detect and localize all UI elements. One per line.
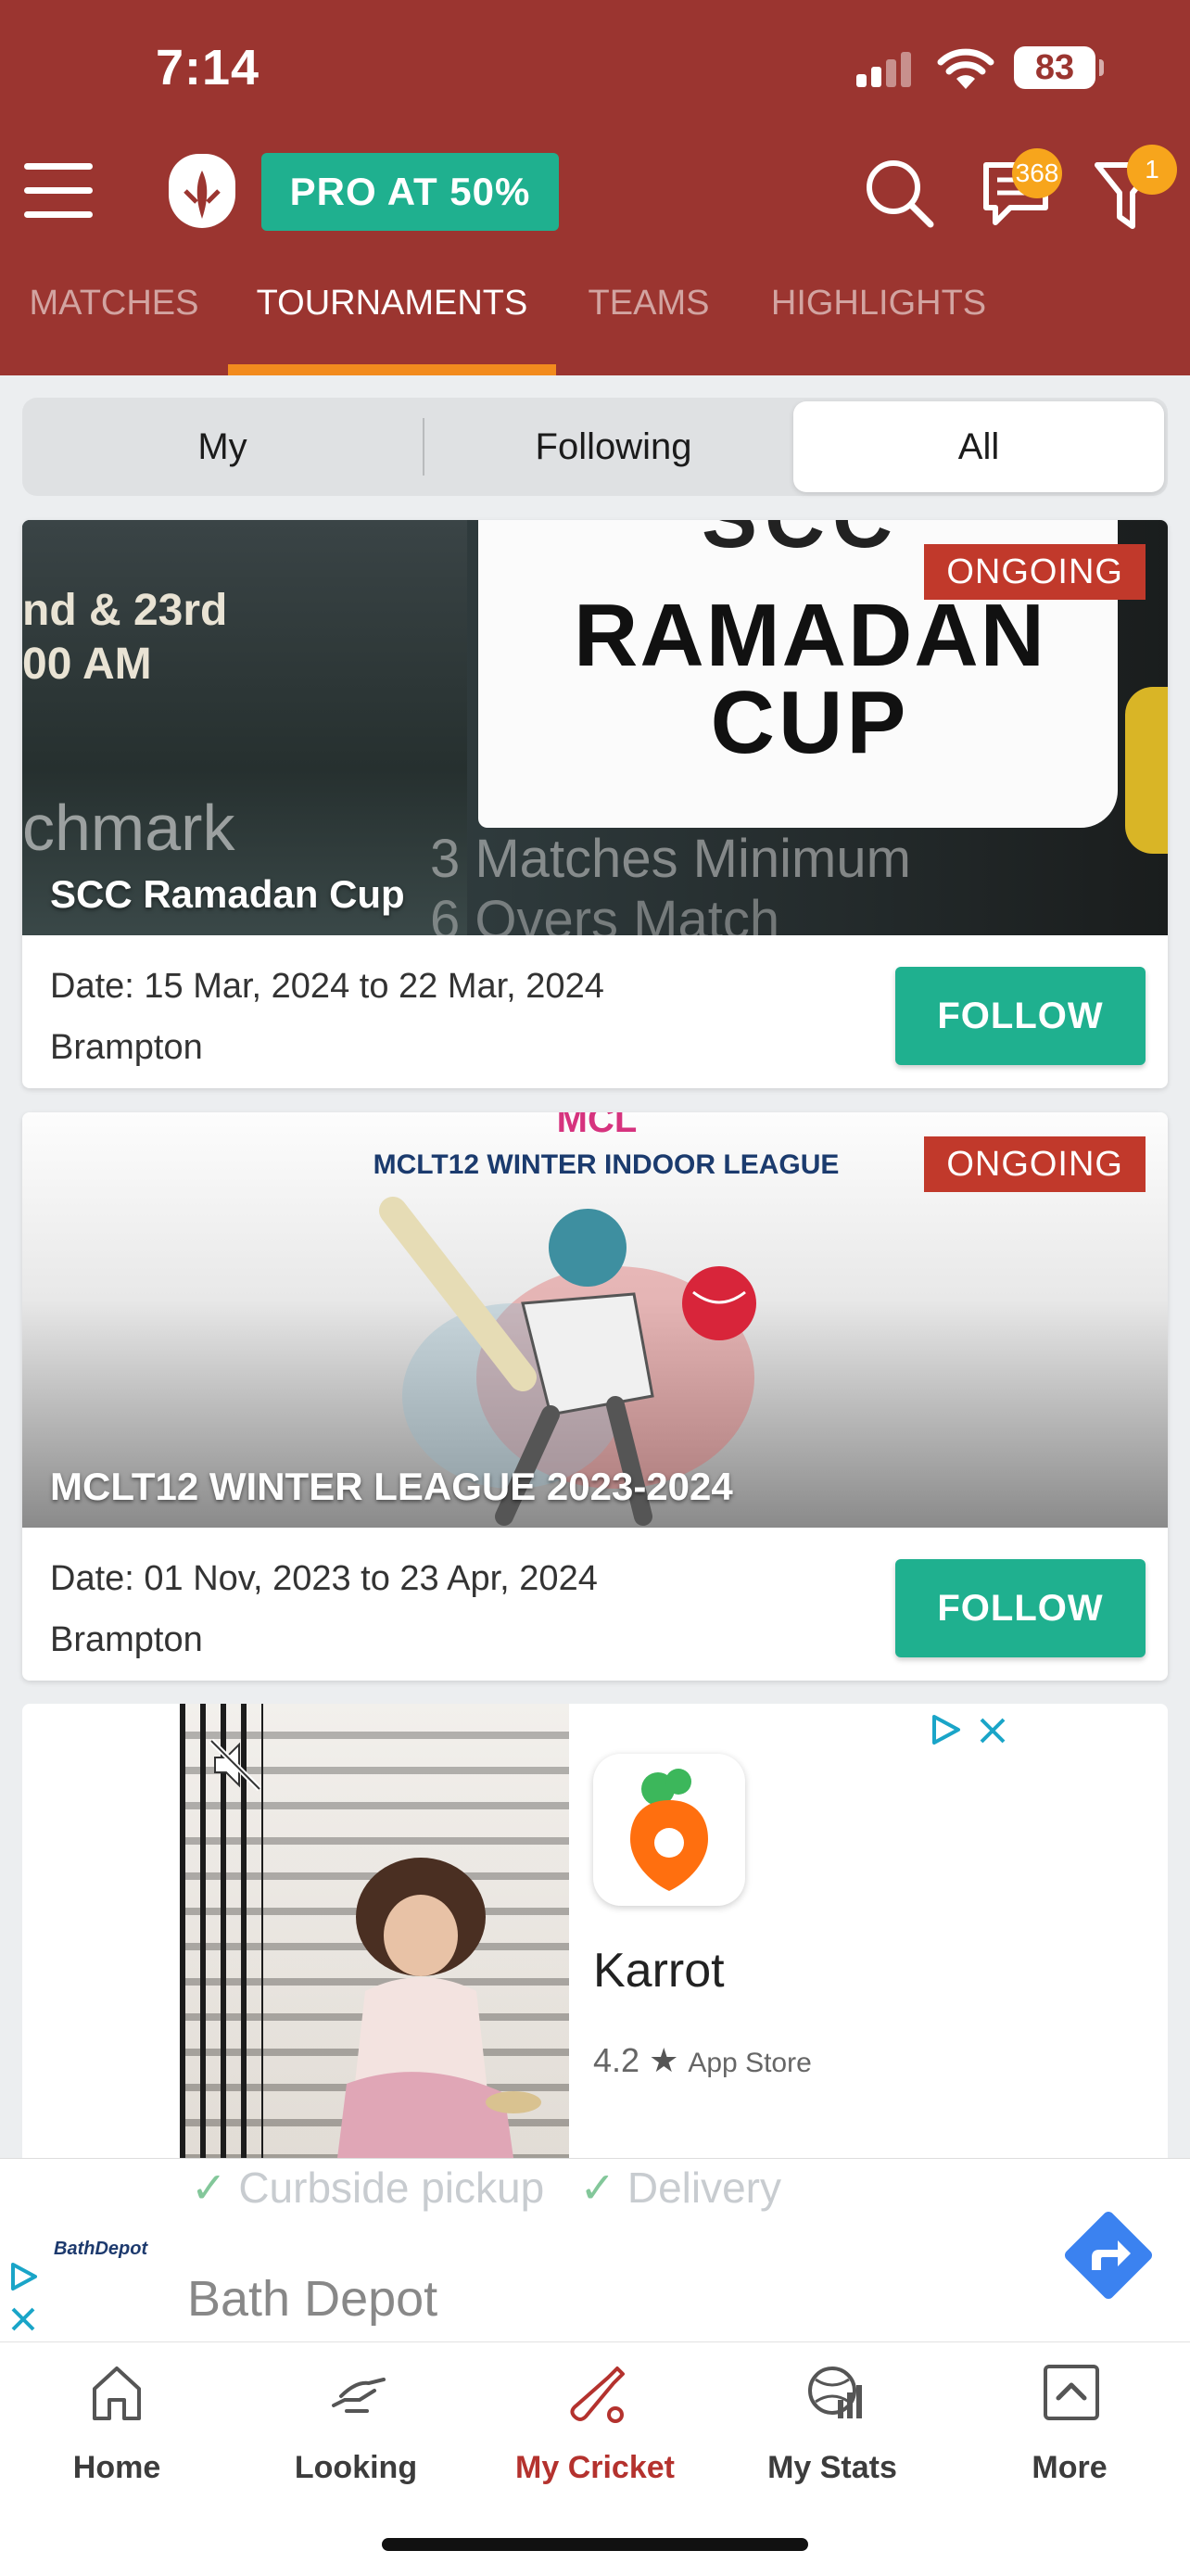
child-figure (337, 1858, 541, 2158)
close-icon[interactable] (9, 2305, 37, 2333)
store-name: App Store (688, 2048, 812, 2078)
nav-home[interactable]: Home (15, 2342, 219, 2491)
banner-features: ✓ Curbside pickup ✓ Delivery (191, 2163, 781, 2213)
tab-indicator (228, 364, 556, 375)
karrot-app-icon[interactable] (593, 1754, 745, 1906)
menu-button[interactable] (24, 163, 93, 219)
tournament-banner: MCL MCLT12 WINTER INDOOR LEAGUE MCLT12 W… (22, 1112, 1168, 1528)
stats-icon (808, 2367, 862, 2418)
messages-button[interactable]: 368 (979, 148, 1071, 232)
tab-teams[interactable]: TEAMS (556, 273, 741, 375)
banner-text: 3 Matches Minimum (430, 829, 911, 889)
nav-label: My Stats (767, 2450, 897, 2485)
home-icon (93, 2367, 141, 2420)
banner-text: 6 Overs Match (430, 890, 780, 935)
check-icon: ✓ (579, 2164, 616, 2212)
app-logo[interactable] (169, 154, 235, 228)
helmet-icon (184, 171, 221, 219)
nav-looking[interactable]: Looking (254, 2342, 458, 2491)
nav-label: Looking (294, 2450, 418, 2485)
wifi-icon (937, 48, 994, 89)
close-icon[interactable] (977, 1715, 1008, 1746)
banner-text: nd & 23rd (22, 586, 228, 635)
carrot-icon (630, 1769, 708, 1891)
tournament-location: Brampton (50, 1620, 203, 1659)
ad-video[interactable] (180, 1704, 569, 2158)
tab-bar: MATCHES TOURNAMENTS TEAMS HIGHLIGHTS (0, 273, 1190, 375)
search-icon (867, 160, 934, 228)
tournament-card[interactable]: nd & 23rd 00 AM chmark SCC RAMADAN CUP 3… (22, 520, 1168, 1088)
nav-my-stats[interactable]: My Stats (730, 2342, 934, 2491)
bathdepot-logo: BathDepot (54, 2239, 148, 2259)
app-header: 7:14 83 PRO AT 50% 368 1 MATCHES TOURNAM… (0, 0, 1190, 375)
segment-my[interactable]: My (22, 398, 423, 496)
banner-advertiser-name[interactable]: Bath Depot (187, 2270, 437, 2328)
ad-unit[interactable]: Karrot 4.2 ★ App Store (22, 1704, 1168, 2158)
filter-badge: 1 (1127, 145, 1177, 195)
banner-accent (1125, 687, 1168, 854)
nav-label: More (1032, 2450, 1108, 2485)
status-time: 7:14 (156, 40, 260, 95)
segment-all[interactable]: All (793, 401, 1164, 492)
banner-headline: MCLT12 WINTER INDOOR LEAGUE (373, 1149, 840, 1180)
tournament-location: Brampton (50, 1028, 203, 1067)
banner-ad[interactable]: ✓ Curbside pickup ✓ Delivery BathDepot B… (0, 2158, 1190, 2342)
feature-text: Delivery (627, 2164, 781, 2212)
nav-my-cricket[interactable]: My Cricket (493, 2342, 697, 2491)
follow-button[interactable]: FOLLOW (895, 967, 1146, 1065)
tournament-title: MCLT12 WINTER LEAGUE 2023-2024 (50, 1465, 733, 1508)
nav-label: Home (72, 2450, 161, 2485)
tournament-filter-segment: My Following All (22, 398, 1168, 496)
messages-badge: 368 (1012, 148, 1062, 198)
banner-headline: CUP (710, 673, 910, 772)
looking-icon (332, 2378, 386, 2413)
home-indicator[interactable] (382, 2538, 808, 2551)
tournament-title: SCC Ramadan Cup (50, 872, 405, 916)
ad-app-name[interactable]: Karrot (593, 1943, 725, 1999)
tournament-card[interactable]: MCL MCLT12 WINTER INDOOR LEAGUE MCLT12 W… (22, 1112, 1168, 1681)
tab-highlights[interactable]: HIGHLIGHTS (741, 273, 1016, 375)
banner-text: MCL (556, 1112, 638, 1140)
tab-matches[interactable]: MATCHES (0, 273, 228, 375)
star-icon: ★ (649, 2041, 679, 2079)
ad-rating: 4.2 ★ App Store (593, 2041, 812, 2080)
adchoices-icon[interactable] (929, 1713, 962, 1746)
pro-offer-button[interactable]: PRO AT 50% (261, 153, 559, 231)
check-icon: ✓ (191, 2164, 227, 2212)
cricket-bat-icon (570, 2367, 625, 2423)
nav-label: My Cricket (515, 2450, 675, 2485)
status-badge: ONGOING (924, 544, 1146, 600)
adchoices-icon[interactable] (7, 2261, 39, 2292)
tab-tournaments[interactable]: TOURNAMENTS (228, 273, 556, 375)
nav-more[interactable]: More (968, 2342, 1171, 2491)
mute-icon[interactable] (208, 1737, 263, 1793)
more-icon (1044, 2365, 1099, 2420)
directions-icon[interactable] (1062, 2209, 1155, 2302)
tournament-date: Date: 01 Nov, 2023 to 23 Apr, 2024 (50, 1559, 598, 1598)
segment-following[interactable]: Following (424, 398, 803, 496)
battery-icon: 83 (1014, 46, 1104, 89)
search-button[interactable] (862, 156, 936, 230)
filter-button[interactable]: 1 (1094, 145, 1186, 234)
banner-text: chmark (22, 792, 235, 864)
rating-value: 4.2 (593, 2041, 640, 2079)
feature-text: Curbside pickup (238, 2164, 545, 2212)
tournament-date: Date: 15 Mar, 2024 to 22 Mar, 2024 (50, 967, 604, 1006)
status-badge: ONGOING (924, 1136, 1146, 1192)
signal-icon (856, 52, 912, 87)
follow-button[interactable]: FOLLOW (895, 1559, 1146, 1657)
tournament-banner: nd & 23rd 00 AM chmark SCC RAMADAN CUP 3… (22, 520, 1168, 935)
banner-text: 00 AM (22, 640, 152, 689)
